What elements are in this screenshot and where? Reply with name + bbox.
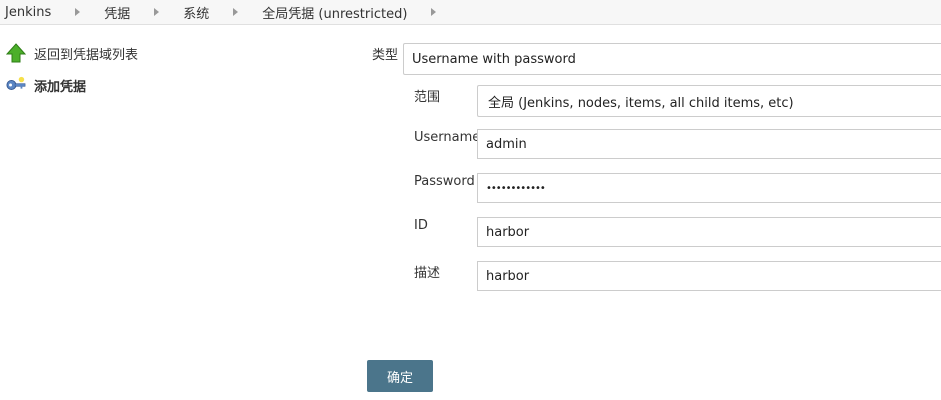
username-input[interactable]: admin — [477, 129, 941, 159]
sidebar-item-label[interactable]: 添加凭据 — [34, 76, 86, 95]
breadcrumb-separator-icon — [233, 8, 239, 16]
id-input-value: harbor — [486, 224, 530, 240]
breadcrumb-label[interactable]: 全局凭据 (unrestricted) — [262, 3, 407, 22]
kind-select-value: Username with password — [412, 51, 576, 67]
id-input[interactable]: harbor — [477, 217, 941, 247]
breadcrumb-item-system[interactable]: 系统 — [183, 3, 262, 22]
kind-label: 类型 — [372, 48, 399, 63]
breadcrumb-separator-icon — [431, 8, 437, 16]
username-label: Username — [414, 130, 481, 145]
username-input-value: admin — [486, 136, 527, 152]
submit-button[interactable]: 确定 — [367, 360, 433, 392]
sidebar-item-add-credentials[interactable]: 添加凭据 — [6, 74, 138, 96]
sidebar-item-label[interactable]: 返回到凭据域列表 — [34, 44, 138, 63]
breadcrumb-label[interactable]: 系统 — [183, 3, 209, 22]
password-input[interactable]: •••••••••••• — [477, 173, 941, 203]
breadcrumb: Jenkins 凭据 系统 全局凭据 (unrestricted) — [0, 0, 941, 25]
breadcrumb-label[interactable]: Jenkins — [0, 5, 51, 20]
breadcrumb-label[interactable]: 凭据 — [104, 3, 130, 22]
id-label: ID — [414, 218, 428, 233]
kind-select[interactable]: Username with password — [403, 43, 941, 75]
sidebar: 返回到凭据域列表 添加凭据 — [6, 42, 138, 106]
breadcrumb-separator-icon — [154, 8, 160, 16]
scope-label: 范围 — [414, 90, 441, 105]
scope-select-value: 全局 (Jenkins, nodes, items, all child ite… — [488, 95, 794, 111]
breadcrumb-separator-icon — [75, 8, 81, 16]
description-label: 描述 — [414, 266, 441, 281]
description-input[interactable]: harbor — [477, 261, 941, 291]
breadcrumb-item-jenkins[interactable]: Jenkins — [0, 5, 104, 20]
password-input-value: •••••••••••• — [486, 182, 546, 194]
description-input-value: harbor — [486, 268, 530, 284]
up-arrow-icon — [6, 43, 26, 63]
scope-select[interactable]: 全局 (Jenkins, nodes, items, all child ite… — [477, 85, 941, 117]
key-icon — [6, 75, 26, 95]
breadcrumb-item-credentials[interactable]: 凭据 — [104, 3, 183, 22]
breadcrumb-item-global-credentials[interactable]: 全局凭据 (unrestricted) — [262, 3, 460, 22]
password-label: Password — [414, 174, 475, 189]
sidebar-item-back-to-domains[interactable]: 返回到凭据域列表 — [6, 42, 138, 64]
